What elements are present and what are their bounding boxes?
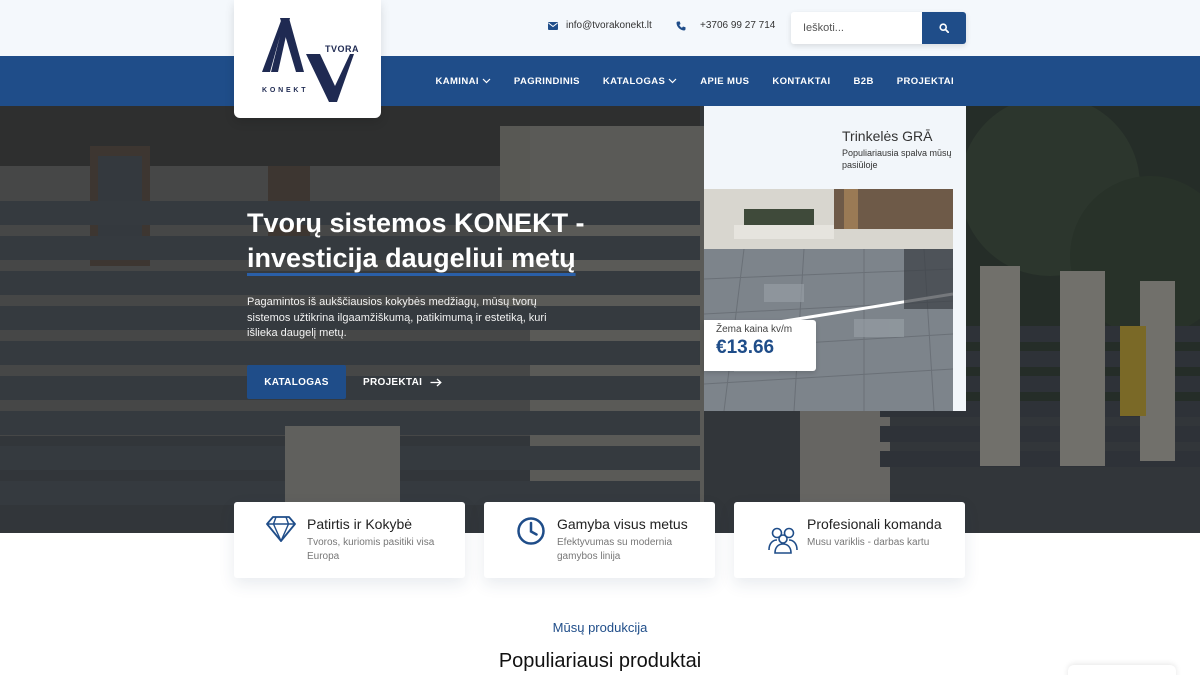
top-bar: info@tvorakonekt.lt +3706 99 27 714: [0, 0, 1200, 56]
email-text[interactable]: info@tvorakonekt.lt: [566, 20, 652, 31]
hero-title: Tvorų sistemos KONEKT - investicija daug…: [247, 208, 585, 273]
nav-item-kontaktai[interactable]: KONTAKTAI: [772, 76, 830, 87]
feature-description: Efektyvumas su modernia gamybos linija: [557, 537, 673, 562]
price-badge: Žema kaina kv/m €13.66: [704, 320, 816, 371]
logo-top-word: TVORA: [325, 44, 359, 54]
feature-card-team: Profesionali komanda Musu variklis - dar…: [734, 502, 965, 578]
nav-item-projektai[interactable]: PROJEKTAI: [897, 76, 954, 87]
feature-title: Gamyba visus metus: [557, 516, 688, 532]
katalogas-button[interactable]: KATALOGAS: [247, 365, 346, 399]
main-nav: KAMINAI PAGRINDINIS KATALOGAS APIE MUS K…: [435, 56, 954, 106]
paving-product-image[interactable]: [704, 189, 953, 411]
feature-description: Tvoros, kuriomis pasitiki visa Europa: [307, 537, 435, 562]
feature-title: Patirtis ir Kokybė: [307, 516, 413, 532]
nav-item-apie-mus[interactable]: APIE MUS: [700, 76, 749, 87]
av-logo-icon: TVORA KONEKT: [262, 18, 359, 102]
feature-card-production: Gamyba visus metus Efektyvumas su modern…: [484, 502, 715, 578]
projektai-link[interactable]: PROJEKTAI: [363, 365, 442, 399]
search-input[interactable]: [791, 12, 922, 44]
price-label: Žema kaina kv/m: [716, 324, 793, 335]
site-logo[interactable]: TVORA KONEKT: [234, 0, 381, 118]
feature-card-quality: Patirtis ir Kokybė Tvoros, kuriomis pasi…: [234, 502, 465, 578]
hero-background-image: [0, 106, 1200, 533]
phone-icon: [676, 21, 686, 30]
nav-item-kaminai[interactable]: KAMINAI: [435, 76, 491, 87]
diamond-icon: [266, 516, 296, 542]
envelope-icon: [548, 21, 558, 30]
hero-description: Pagamintos iš aukščiausios kokybės medži…: [247, 296, 547, 339]
search-icon: [939, 23, 949, 33]
products-title: Populiariausi produktai: [498, 650, 702, 672]
chevron-down-icon[interactable]: [668, 78, 677, 84]
search-button[interactable]: [922, 12, 966, 44]
nav-item-katalogas[interactable]: KATALOGAS: [603, 76, 677, 87]
team-icon: [768, 527, 798, 554]
search-box: [791, 12, 966, 44]
floating-card[interactable]: [1068, 665, 1176, 675]
phone-contact[interactable]: +3706 99 27 714: [676, 20, 775, 31]
chevron-down-icon[interactable]: [482, 78, 491, 84]
main-navbar: KAMINAI PAGRINDINIS KATALOGAS APIE MUS K…: [0, 56, 1200, 106]
promo-subtitle: Populiariausia spalva mūsų pasiūloje: [842, 148, 952, 170]
email-contact[interactable]: info@tvorakonekt.lt: [548, 20, 652, 31]
nav-item-b2b[interactable]: B2B: [854, 76, 874, 87]
clock-icon: [517, 517, 545, 545]
feature-title: Profesionali komanda: [807, 516, 942, 532]
hero-section: Tvorų sistemos KONEKT - investicija daug…: [0, 106, 1200, 533]
nav-item-pagrindinis[interactable]: PAGRINDINIS: [514, 76, 580, 87]
feature-description: Musu variklis - darbas kartu: [807, 537, 930, 548]
price-value: €13.66: [716, 337, 775, 358]
promo-title: Trinkelės GRĀ: [842, 128, 933, 144]
phone-text[interactable]: +3706 99 27 714: [700, 20, 775, 31]
logo-bottom-word: KONEKT: [262, 87, 308, 94]
promo-card[interactable]: Trinkelės GRĀ Populiariausia spalva mūsų…: [704, 106, 966, 411]
products-subtitle: Mūsų produkcija: [552, 620, 648, 635]
arrow-right-icon[interactable]: [430, 378, 442, 387]
